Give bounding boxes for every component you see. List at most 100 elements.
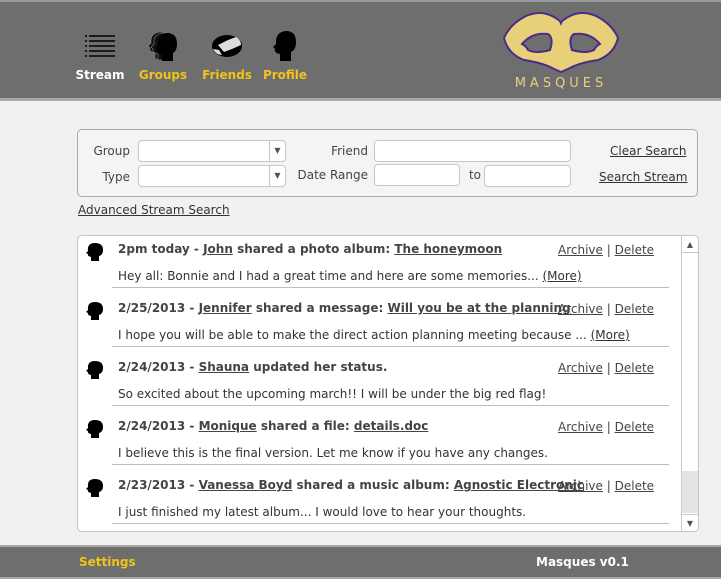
more-link[interactable]: (More) — [591, 328, 630, 342]
advanced-stream-search-link[interactable]: Advanced Stream Search — [78, 203, 230, 217]
stream-item-body: Hey all: Bonnie and I had a great time a… — [118, 269, 582, 283]
stream-item-user-link[interactable]: John — [203, 242, 233, 256]
stream-item-divider — [112, 405, 669, 406]
stream-item-time: 2/24/2013 — [118, 419, 186, 433]
nav-profile[interactable]: Profile — [262, 28, 308, 82]
nav-groups-label: Groups — [138, 68, 188, 82]
stream-search-panel: Group ▼ Type ▼ Friend Date Range to Clea… — [77, 129, 698, 197]
stream-scrollbar[interactable]: ▲ ▼ — [681, 236, 698, 531]
stream-item-user-link[interactable]: Monique — [199, 419, 257, 433]
stream-item-target-link[interactable]: details.doc — [354, 419, 428, 433]
stream-item-divider — [112, 523, 669, 524]
more-link[interactable]: (More) — [543, 269, 582, 283]
chevron-down-icon: ▼ — [269, 166, 285, 186]
scroll-up-icon[interactable]: ▲ — [682, 236, 698, 253]
stream-item-time: 2/25/2013 — [118, 301, 186, 315]
action-divider: | — [606, 302, 611, 316]
stream-item-action: shared a file: — [260, 419, 350, 433]
user-avatar-icon — [86, 242, 104, 266]
action-divider: | — [606, 479, 611, 493]
type-select[interactable]: ▼ — [138, 165, 286, 187]
stream-item-text: So excited about the upcoming march!! I … — [118, 387, 547, 401]
stream-item-action: shared a music album: — [296, 478, 450, 492]
stream-item: 2/24/2013 - Monique shared a file: detai… — [78, 413, 682, 472]
archive-link[interactable]: Archive — [558, 420, 603, 434]
header: Stream Groups Friends Profile MASQUES — [0, 0, 721, 101]
delete-link[interactable]: Delete — [615, 479, 654, 493]
stream-item-text: I just finished my latest album... I wou… — [118, 505, 527, 519]
stream-item-time: 2/24/2013 — [118, 360, 186, 374]
stream-list: 2pm today - John shared a photo album: T… — [77, 235, 699, 532]
archive-link[interactable]: Archive — [558, 302, 603, 316]
stream-item-action: shared a photo album: — [237, 242, 391, 256]
type-label: Type — [102, 170, 130, 184]
scroll-thumb[interactable] — [682, 471, 698, 513]
archive-link[interactable]: Archive — [558, 479, 603, 493]
stream-item-title: 2/23/2013 - Vanessa Boyd shared a music … — [118, 478, 584, 492]
stream-item-separator: - — [185, 478, 199, 492]
stream-item-text: I believe this is the final version. Let… — [118, 446, 548, 460]
user-avatar-icon — [86, 478, 104, 502]
logo-text: MASQUES — [514, 76, 608, 91]
delete-link[interactable]: Delete — [615, 420, 654, 434]
nav-friends-label: Friends — [202, 68, 252, 82]
stream-item-text: Hey all: Bonnie and I had a great time a… — [118, 269, 543, 283]
delete-link[interactable]: Delete — [615, 302, 654, 316]
stream-item-user-link[interactable]: Jennifer — [199, 301, 252, 315]
search-stream-link[interactable]: Search Stream — [599, 170, 687, 184]
settings-link[interactable]: Settings — [79, 555, 136, 569]
stream-item-time: 2/23/2013 — [118, 478, 186, 492]
stream-item-separator: - — [189, 242, 204, 256]
nav-stream[interactable]: Stream — [75, 28, 125, 82]
stream-item-actions: Archive | Delete — [558, 302, 654, 316]
archive-link[interactable]: Archive — [558, 243, 603, 257]
friend-input[interactable] — [374, 140, 571, 162]
stream-item-target-link[interactable]: The honeymoon — [394, 242, 502, 256]
user-avatar-icon — [86, 301, 104, 325]
stream-item-actions: Archive | Delete — [558, 361, 654, 375]
user-avatar-icon — [86, 419, 104, 443]
stream-item-body: I just finished my latest album... I wou… — [118, 505, 526, 519]
stream-item-time: 2pm today — [118, 242, 190, 256]
stream-item-separator: - — [185, 360, 199, 374]
to-label: to — [468, 168, 481, 182]
user-avatar-icon — [86, 360, 104, 384]
scroll-down-icon[interactable]: ▼ — [682, 514, 698, 531]
clear-search-link[interactable]: Clear Search — [610, 144, 686, 158]
date-range-label: Date Range — [297, 168, 368, 182]
stream-item-divider — [112, 287, 669, 288]
footer: Settings Masques v0.1 — [0, 545, 721, 579]
mask-icon — [502, 10, 620, 78]
group-label: Group — [93, 144, 130, 158]
date-to-input[interactable] — [484, 165, 571, 187]
nav-groups[interactable]: Groups — [138, 28, 188, 82]
stream-item-text: I hope you will be able to make the dire… — [118, 328, 591, 342]
nav-stream-label: Stream — [75, 68, 125, 82]
nav-profile-label: Profile — [262, 68, 308, 82]
masques-logo[interactable]: MASQUES — [500, 10, 622, 96]
app-version: Masques v0.1 — [536, 555, 629, 569]
stream-item: 2/23/2013 - Vanessa Boyd shared a music … — [78, 472, 682, 531]
stream-list-icon — [84, 28, 116, 64]
stream-item-action: shared a message: — [255, 301, 384, 315]
stream-item-actions: Archive | Delete — [558, 479, 654, 493]
groups-heads-icon — [146, 28, 180, 64]
stream-item-user-link[interactable]: Shauna — [199, 360, 249, 374]
delete-link[interactable]: Delete — [615, 243, 654, 257]
stream-item-divider — [112, 346, 669, 347]
stream-item-title: 2/25/2013 - Jennifer shared a message: W… — [118, 301, 571, 315]
nav-friends[interactable]: Friends — [202, 28, 252, 82]
stream-item: 2/24/2013 - Shauna updated her status. Ar… — [78, 354, 682, 413]
date-from-input[interactable] — [374, 164, 460, 186]
stream-item-title: 2/24/2013 - Monique shared a file: detai… — [118, 419, 428, 433]
stream-item-title: 2pm today - John shared a photo album: T… — [118, 242, 502, 256]
stream-item: 2/25/2013 - Jennifer shared a message: W… — [78, 295, 682, 354]
friend-label: Friend — [331, 144, 368, 158]
group-select[interactable]: ▼ — [138, 140, 286, 162]
stream-item-user-link[interactable]: Vanessa Boyd — [199, 478, 293, 492]
stream-item-action: updated her status. — [253, 360, 388, 374]
stream-item-target-link[interactable]: Will you be at the planning — [387, 301, 570, 315]
delete-link[interactable]: Delete — [615, 361, 654, 375]
handshake-icon — [210, 28, 244, 64]
archive-link[interactable]: Archive — [558, 361, 603, 375]
